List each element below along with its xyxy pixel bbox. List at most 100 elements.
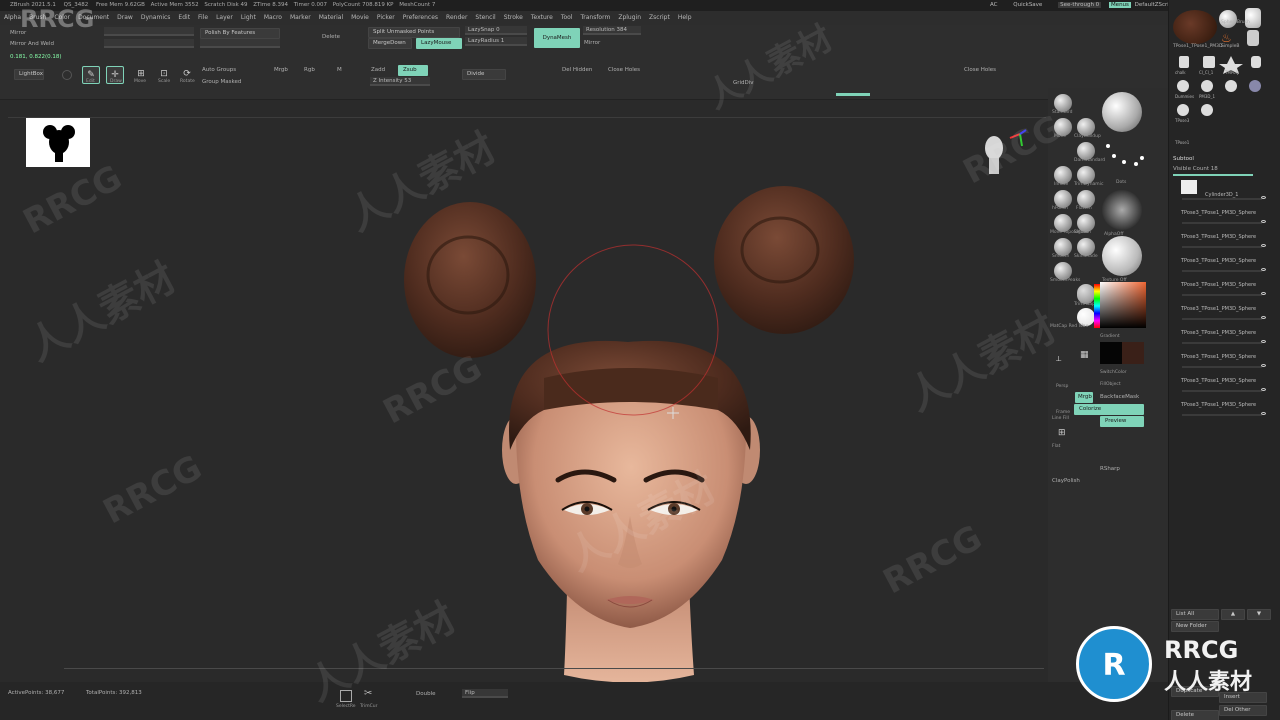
persp-icon[interactable]: ⟂: [1056, 354, 1061, 364]
rsharp-button[interactable]: RSharp: [1100, 466, 1120, 472]
visible-count-slider[interactable]: Visible Count 18: [1173, 166, 1218, 172]
mrgb-button[interactable]: Mrgb: [274, 67, 288, 73]
menu-alpha[interactable]: Alpha: [4, 14, 21, 21]
subtool-item[interactable]: TPose3_TPose1_PM3D_Sphere: [1177, 232, 1273, 254]
menu-zscript[interactable]: Zscript: [649, 14, 670, 21]
dynamesh-button[interactable]: DynaMesh: [534, 28, 580, 48]
subtool-item[interactable]: TPose3_TPose1_PM3D_Sphere: [1177, 352, 1273, 374]
resolution-slider[interactable]: Resolution 384: [583, 26, 641, 35]
switch-color-label[interactable]: SwitchColor: [1100, 370, 1127, 375]
intensity-slider[interactable]: [104, 39, 194, 48]
menu-dynamics[interactable]: Dynamics: [141, 14, 171, 21]
lazy-mouse-button[interactable]: LazyMouse: [416, 38, 462, 49]
secondary-color-swatch[interactable]: [1122, 342, 1144, 364]
subtool-item[interactable]: TPose3_TPose1_PM3D_Sphere: [1177, 376, 1273, 398]
menu-stroke[interactable]: Stroke: [504, 14, 523, 21]
fill-object-label[interactable]: FillObject: [1100, 382, 1121, 387]
transp-icon[interactable]: ⊞: [1058, 428, 1066, 438]
claypolish-button[interactable]: ClayPolish: [1052, 478, 1080, 484]
zadd-button[interactable]: Zadd: [371, 67, 385, 73]
menu-color[interactable]: Color: [54, 14, 70, 21]
alpha-off-preview[interactable]: [1102, 190, 1142, 230]
subtool-item[interactable]: TPose3_TPose1_PM3D_Sphere: [1177, 304, 1273, 326]
subtool-item[interactable]: TPose3_TPose1_PM3D_Sphere: [1177, 280, 1273, 302]
polymesh-tool-thumb[interactable]: [1245, 8, 1261, 28]
menu-edit[interactable]: Edit: [178, 14, 190, 21]
menu-draw[interactable]: Draw: [117, 14, 133, 21]
menu-preferences[interactable]: Preferences: [403, 14, 438, 21]
menu-macro[interactable]: Macro: [264, 14, 282, 21]
eye-icon[interactable]: [1261, 316, 1266, 319]
eye-icon[interactable]: [1261, 220, 1266, 223]
mirror2-button[interactable]: Mirror: [584, 40, 600, 46]
lazy-radius-slider[interactable]: LazyRadius 1: [465, 37, 527, 46]
mrgb-button-right[interactable]: Mrgb: [1075, 392, 1093, 403]
subtool-item[interactable]: TPose3_TPose1_PM3D_Sphere: [1177, 328, 1273, 350]
quicksave-button[interactable]: QuickSave: [1013, 2, 1042, 8]
flip-button[interactable]: Flip: [462, 689, 508, 698]
menu-transform[interactable]: Transform: [580, 14, 610, 21]
menu-brush[interactable]: Brush: [29, 14, 46, 21]
eye-icon[interactable]: [1261, 196, 1266, 199]
tool-thumb-grid[interactable]: [1173, 54, 1273, 124]
current-brush-preview[interactable]: [1102, 92, 1142, 132]
z-intensity-slider[interactable]: Z Intensity 53: [370, 77, 430, 86]
del-hidden-button[interactable]: Del Hidden: [562, 67, 592, 73]
subtool-item[interactable]: TPose3_TPose1_PM3D_Sphere: [1177, 208, 1273, 230]
double-button[interactable]: Double: [416, 691, 436, 697]
menu-layer[interactable]: Layer: [216, 14, 233, 21]
rgb-button[interactable]: Rgb: [304, 67, 315, 73]
color-picker[interactable]: [1100, 282, 1146, 328]
size-slider[interactable]: [104, 27, 194, 36]
menu-material[interactable]: Material: [319, 14, 343, 21]
eye-icon[interactable]: [1261, 340, 1266, 343]
eye-icon[interactable]: [1261, 268, 1266, 271]
lazy-snap-slider[interactable]: LazySnap 0: [465, 26, 527, 35]
del-other-button[interactable]: Del Other: [1219, 705, 1267, 716]
menu-help[interactable]: Help: [678, 14, 692, 21]
material-small-icon[interactable]: [1077, 284, 1095, 302]
eye-icon[interactable]: [1261, 244, 1266, 247]
preview-button[interactable]: Preview: [1100, 416, 1144, 427]
list-all-button[interactable]: List All: [1171, 609, 1219, 620]
lightbox-button[interactable]: LightBox: [14, 69, 44, 80]
backface-mask-button[interactable]: BackfaceMask: [1100, 394, 1139, 400]
ac-button[interactable]: AC: [990, 2, 998, 8]
simple-brush-icon[interactable]: ♨: [1221, 32, 1235, 44]
new-folder-button[interactable]: New Folder: [1171, 621, 1219, 632]
divide-button[interactable]: Divide: [462, 69, 506, 80]
menu-texture[interactable]: Texture: [531, 14, 553, 21]
subtool-item[interactable]: TPose3_TPose1_PM3D_Sphere: [1177, 400, 1273, 422]
orientation-gizmo[interactable]: [980, 128, 1027, 178]
menu-marker[interactable]: Marker: [290, 14, 311, 21]
m-button[interactable]: M: [337, 67, 342, 73]
arrow-down-icon[interactable]: ▼: [1247, 609, 1271, 620]
menu-light[interactable]: Light: [241, 14, 256, 21]
polish-by-features-button[interactable]: Polish By Features: [200, 28, 280, 39]
alpha-preview[interactable]: [26, 118, 90, 167]
see-through-slider[interactable]: See-through 0: [1058, 2, 1102, 8]
close-holes-button-2[interactable]: Close Holes: [964, 67, 996, 73]
polish-slider[interactable]: [200, 39, 280, 48]
menu-tool[interactable]: Tool: [561, 14, 573, 21]
texture-off-preview[interactable]: [1102, 236, 1142, 276]
menu-render[interactable]: Render: [446, 14, 467, 21]
stroke-dots-icon[interactable]: [1102, 140, 1146, 176]
hue-strip[interactable]: [1094, 284, 1100, 328]
zsub-button[interactable]: Zsub: [398, 65, 428, 76]
menu-movie[interactable]: Movie: [351, 14, 369, 21]
menu-picker[interactable]: Picker: [377, 14, 395, 21]
griddiv-button[interactable]: GridDiv: [733, 80, 754, 86]
menu-document[interactable]: Document: [78, 14, 109, 21]
group-masked-button[interactable]: Group Masked: [202, 79, 241, 85]
colorize-button[interactable]: Colorize: [1074, 404, 1144, 415]
menu-file[interactable]: File: [198, 14, 208, 21]
eye-icon[interactable]: [1261, 388, 1266, 391]
subtool-item[interactable]: TPose3_TPose1_PM3D_Sphere: [1177, 256, 1273, 278]
subtool-item[interactable]: Cylinder3D_1: [1177, 180, 1273, 206]
head-model[interactable]: [388, 180, 868, 690]
auto-groups-button[interactable]: Auto Groups: [202, 67, 236, 73]
delete-subtool-button[interactable]: Delete: [1171, 710, 1219, 720]
merge-down-button[interactable]: MergeDown: [368, 38, 412, 49]
menus-button[interactable]: Menus: [1108, 2, 1131, 8]
